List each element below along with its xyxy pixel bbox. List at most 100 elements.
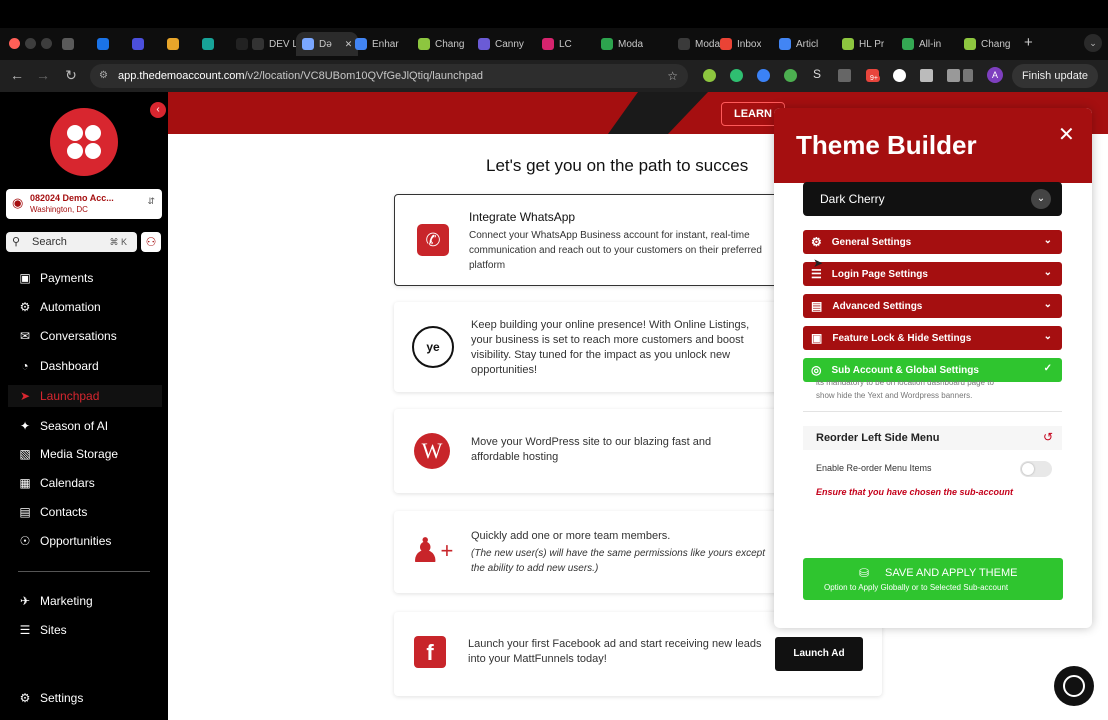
close-tab-icon[interactable]: ✕ xyxy=(345,39,353,50)
extensions-puzzle-icon[interactable] xyxy=(947,69,960,82)
browser-tab[interactable] xyxy=(202,32,219,56)
browser-tab[interactable]: Canny xyxy=(478,32,524,56)
sidebar-item-payments[interactable]: ▣ Payments xyxy=(18,267,93,289)
theme-select[interactable]: Dark Cherry ⌄ xyxy=(803,182,1062,216)
accordion-general-settings[interactable]: ⚙ General Settings ⌄ xyxy=(803,230,1062,254)
back-icon[interactable]: ← xyxy=(8,67,26,83)
extension-icon[interactable] xyxy=(730,69,743,82)
save-apply-theme-button[interactable]: ⛁ SAVE AND APPLY THEME Option to Apply G… xyxy=(803,558,1063,600)
reorder-toggle[interactable] xyxy=(1020,461,1052,477)
site-settings-icon[interactable]: ⚙ xyxy=(99,64,108,88)
updown-chevron-icon: ⇵ xyxy=(147,196,155,206)
reload-icon[interactable]: ↻ xyxy=(62,67,80,84)
sidebar-item-label: Marketing xyxy=(40,594,93,608)
account-name: 082024 Demo Acc... xyxy=(30,193,114,203)
accordion-feature-lock-hide-settings[interactable]: ▣ Feature Lock & Hide Settings ⌄ xyxy=(803,326,1062,350)
browser-tab[interactable] xyxy=(167,32,184,56)
browser-tab[interactable]: LC xyxy=(542,32,572,56)
database-icon: ▤ xyxy=(811,299,823,313)
search-icon: ⚲ xyxy=(12,236,21,248)
accordion-sub-account-global-settings[interactable]: ◎ Sub Account & Global Settings ✓ xyxy=(803,358,1062,382)
profile-avatar[interactable]: A xyxy=(987,67,1003,83)
browser-tab[interactable]: HL Pr xyxy=(842,32,884,56)
sidebar-item-marketing[interactable]: ✈ Marketing xyxy=(18,590,93,612)
sidebar-item-dashboard[interactable]: ◔ Dashboard xyxy=(18,355,98,377)
marketing-icon: ✈ xyxy=(19,594,31,608)
bookmark-star-icon[interactable]: ☆ xyxy=(667,64,678,88)
browser-tab[interactable]: Inbox xyxy=(720,32,761,56)
browser-tab[interactable]: DEV L xyxy=(252,32,298,56)
tab-favicon-icon xyxy=(842,38,854,50)
sidebar-item-contacts[interactable]: ▤ Contacts xyxy=(18,501,87,523)
save-button-sublabel: Option to Apply Globally or to Selected … xyxy=(824,583,1009,592)
browser-tab[interactable]: Moda xyxy=(678,32,720,56)
account-location: Washington, DC xyxy=(30,205,88,214)
user-avatar-icon[interactable]: ⚇ xyxy=(141,232,161,252)
card-text: Launch your first Facebook ad and start … xyxy=(468,638,762,665)
automation-icon: ⚙ xyxy=(19,300,31,314)
chevron-down-icon: ⌄ xyxy=(1043,267,1052,278)
launch-ad-button[interactable]: Launch Ad xyxy=(775,637,863,671)
sidebar-item-season-of-ai[interactable]: ✦ Season of AI xyxy=(18,415,108,437)
collapse-sidebar-icon[interactable]: ‹ xyxy=(150,102,166,118)
extension-icon[interactable] xyxy=(893,69,906,82)
new-tab-icon[interactable]: + xyxy=(1024,34,1033,51)
browser-tab[interactable] xyxy=(132,32,149,56)
browser-tab-bar: BDEV LDə✕EnharChangCannyLCModaModaInboxA… xyxy=(0,28,1108,60)
sidebar-item-opportunities[interactable]: ☉ Opportunities xyxy=(18,530,112,552)
extension-icon[interactable] xyxy=(838,69,851,82)
extension-icon[interactable] xyxy=(757,69,770,82)
tab-label: Də xyxy=(319,38,332,50)
forward-icon[interactable]: → xyxy=(34,67,52,83)
minimize-window-button[interactable] xyxy=(25,38,36,49)
chevron-down-icon: ⌄ xyxy=(1043,235,1052,246)
extension-icon[interactable] xyxy=(703,69,716,82)
browser-tab[interactable] xyxy=(97,32,114,56)
tab-favicon-icon xyxy=(902,38,914,50)
search-input[interactable]: ⚲ Search ⌘ K xyxy=(6,232,137,252)
url-field[interactable]: ⚙ app.thedemoaccount.com/v2/location/VC8… xyxy=(90,64,688,88)
browser-tab[interactable]: Enhar xyxy=(355,32,399,56)
browser-tab[interactable]: Articl xyxy=(779,32,818,56)
sidebar-item-calendars[interactable]: ▦ Calendars xyxy=(18,472,94,494)
whatsapp-icon: ✆ xyxy=(417,224,449,256)
sidepanel-icon[interactable] xyxy=(963,69,973,82)
theme-select-value: Dark Cherry xyxy=(820,192,885,206)
save-button-label: SAVE AND APPLY THEME xyxy=(885,567,1018,579)
browser-tab[interactable]: All-in xyxy=(902,32,941,56)
reset-icon[interactable]: ↺ xyxy=(1043,430,1053,444)
browser-tab[interactable]: Də ✕ xyxy=(296,32,359,56)
browser-tab[interactable] xyxy=(62,32,79,56)
browser-tab[interactable]: Chang xyxy=(964,32,1010,56)
accordion-login-page-settings[interactable]: ☰ Login Page Settings ⌄ xyxy=(803,262,1062,286)
close-icon[interactable]: ✕ xyxy=(1058,122,1075,147)
sidebar-item-settings[interactable]: ⚙ Settings xyxy=(18,687,84,709)
theme-builder-panel: Theme Builder ✕ Dark Cherry ⌄ ⚙ General S… xyxy=(774,108,1092,628)
sidebar-item-conversations[interactable]: ✉ Conversations xyxy=(18,325,117,347)
tab-favicon-icon xyxy=(236,38,248,50)
url-host: app.thedemoaccount.com xyxy=(118,70,245,82)
close-window-button[interactable] xyxy=(9,38,20,49)
card-text: Keep building your online presence! With… xyxy=(471,319,750,376)
sidebar-item-label: Settings xyxy=(40,691,84,705)
sidebar-item-launchpad[interactable]: ➤ Launchpad xyxy=(8,385,162,407)
account-switcher[interactable]: ◉ 082024 Demo Acc... Washington, DC ⇵ xyxy=(6,189,162,219)
finish-update-button[interactable]: Finish update xyxy=(1011,64,1098,88)
tab-favicon-icon xyxy=(678,38,690,50)
sidebar-item-automation[interactable]: ⚙ Automation xyxy=(18,296,101,318)
tab-favicon-icon xyxy=(355,38,367,50)
chat-icon: ✉ xyxy=(19,329,31,343)
tab-search-icon[interactable]: ⌄ xyxy=(1084,34,1102,52)
tab-favicon-icon xyxy=(252,38,264,50)
browser-tab[interactable]: Moda xyxy=(601,32,643,56)
accordion-advanced-settings[interactable]: ▤ Advanced Settings ⌄ xyxy=(803,294,1062,318)
extension-icon[interactable] xyxy=(920,69,933,82)
tab-label: Chang xyxy=(981,38,1011,50)
sidebar-item-sites[interactable]: ☰ Sites xyxy=(18,619,67,641)
maximize-window-button[interactable] xyxy=(41,38,52,49)
chat-widget-button[interactable] xyxy=(1054,666,1094,706)
browser-tab[interactable]: Chang xyxy=(418,32,464,56)
sidebar-item-media-storage[interactable]: ▧ Media Storage xyxy=(18,443,118,465)
extension-s-icon[interactable]: S xyxy=(813,67,821,81)
grammarly-icon[interactable] xyxy=(784,69,797,82)
